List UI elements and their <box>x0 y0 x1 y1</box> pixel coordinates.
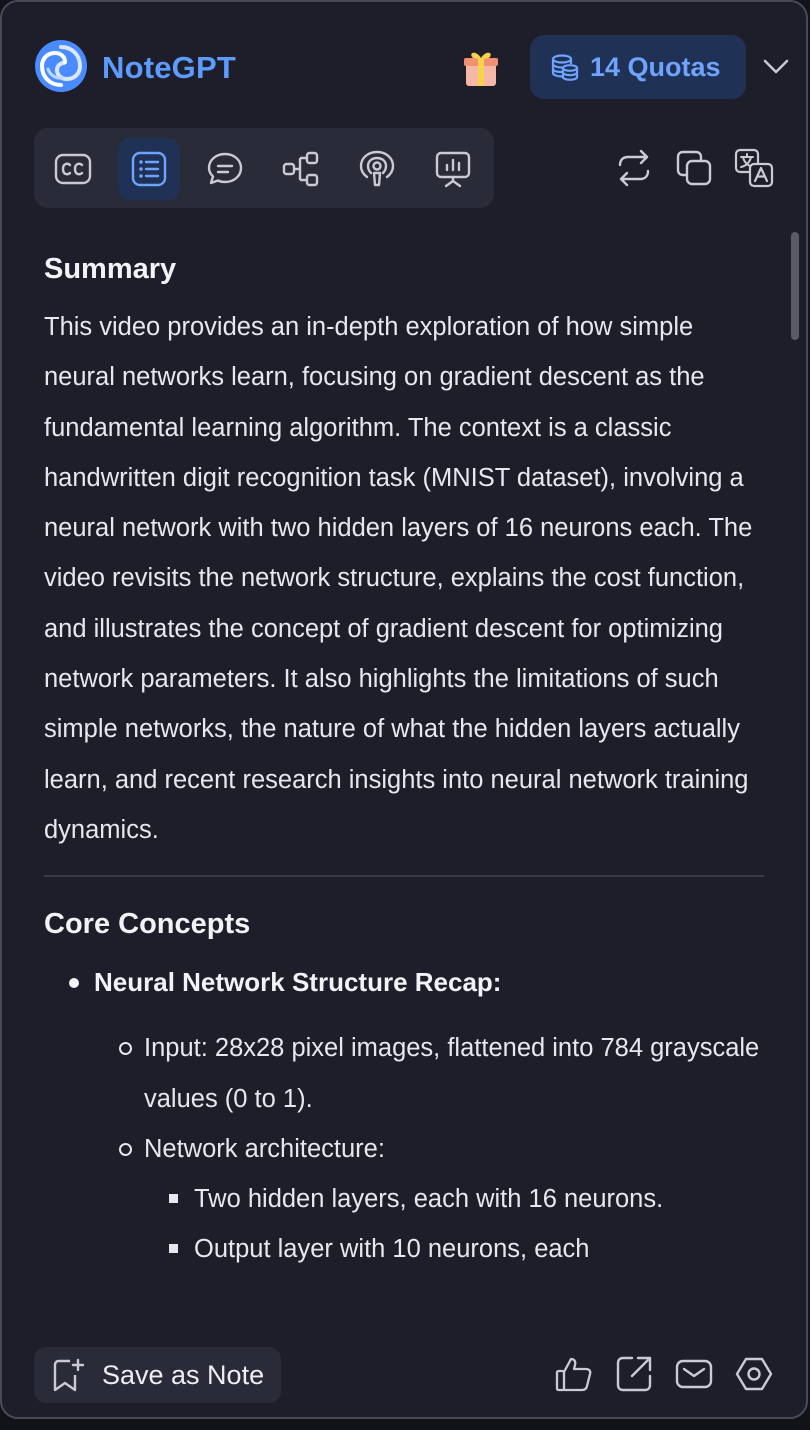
presentation-icon <box>435 151 471 188</box>
podcast-icon <box>359 150 395 187</box>
tab-transcript[interactable] <box>42 138 104 200</box>
save-as-note-button[interactable]: Save as Note <box>34 1347 281 1403</box>
footer: Save as Note <box>2 1332 806 1417</box>
chat-bubble-icon <box>207 152 243 185</box>
list-item: Output layer with 10 neurons, each <box>44 1224 764 1274</box>
tab-mind-map[interactable] <box>270 138 332 200</box>
core-concepts-heading: Core Concepts <box>44 908 251 941</box>
chevron-down-icon[interactable] <box>760 54 792 78</box>
coin-stack-icon <box>551 54 579 81</box>
notegpt-logo-icon <box>35 40 87 92</box>
header: NoteGPT 14 Quotas <box>2 2 806 122</box>
closed-captions-icon <box>54 153 92 185</box>
quota-button[interactable]: 14 Quotas <box>530 35 746 99</box>
copy-icon[interactable] <box>674 148 714 188</box>
tab-chat[interactable] <box>194 138 256 200</box>
summary-paragraph: This video provides an in-depth explorat… <box>44 313 753 844</box>
settings-icon[interactable] <box>734 1354 774 1394</box>
section-divider <box>44 875 764 878</box>
email-icon[interactable] <box>674 1354 714 1394</box>
core-concepts-list: Neural Network Structure Recap: Input: 2… <box>44 957 764 1274</box>
regenerate-icon[interactable] <box>614 148 654 188</box>
tab-presentation[interactable] <box>422 138 484 200</box>
save-as-note-label: Save as Note <box>102 1359 265 1390</box>
scrollbar-thumb[interactable] <box>791 232 799 340</box>
mind-map-icon <box>282 151 319 187</box>
app-name: NoteGPT <box>102 50 237 85</box>
summary-content: Summary This video provides an in-depth … <box>44 250 764 1275</box>
summary-heading: Summary <box>44 253 177 285</box>
tab-podcast[interactable] <box>346 138 408 200</box>
quota-label: 14 Quotas <box>590 51 721 82</box>
tab-summary[interactable] <box>118 138 180 200</box>
bookmark-add-icon <box>53 1358 85 1392</box>
list-summary-icon <box>131 151 167 187</box>
translate-icon[interactable] <box>734 148 774 188</box>
view-tabs <box>34 128 494 208</box>
thumbs-up-icon[interactable] <box>554 1354 594 1394</box>
list-item: Network architecture: <box>44 1124 764 1174</box>
share-icon[interactable] <box>614 1354 654 1394</box>
list-item: Neural Network Structure Recap: <box>44 957 764 1007</box>
notegpt-panel: NoteGPT 14 Quotas Summary This video pro… <box>0 0 808 1419</box>
gift-icon[interactable] <box>462 48 500 88</box>
list-item: Input: 28x28 pixel images, flattened int… <box>44 1023 764 1124</box>
list-item: Two hidden layers, each with 16 neurons. <box>44 1174 764 1224</box>
